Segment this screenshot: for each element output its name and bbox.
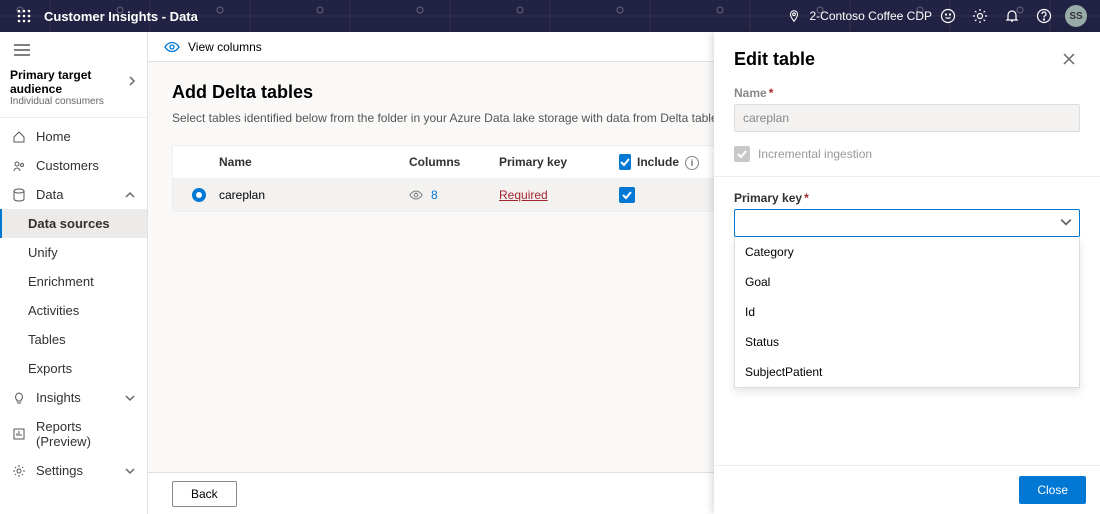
nav-insights[interactable]: Insights [0, 383, 147, 412]
primary-key-label: Primary key* [734, 191, 1080, 205]
nav-home[interactable]: Home [0, 122, 147, 151]
name-field-input [734, 104, 1080, 132]
col-name: Name [219, 155, 409, 169]
nav-list: Home Customers Data Data sources Unify E… [0, 118, 147, 485]
gear-icon [12, 464, 26, 478]
close-button[interactable]: Close [1019, 476, 1086, 504]
include-info-icon[interactable]: i [685, 156, 699, 170]
nav-reports[interactable]: Reports (Preview) [0, 412, 147, 456]
hamburger-icon[interactable] [0, 32, 147, 68]
view-columns-icon [164, 39, 180, 55]
incremental-ingestion-label: Incremental ingestion [758, 147, 872, 161]
name-field-label: Name* [734, 86, 1080, 100]
include-all-checkbox[interactable] [619, 154, 631, 170]
nav-tables[interactable]: Tables [0, 325, 147, 354]
chevron-right-icon [127, 76, 137, 86]
dropdown-option[interactable]: SubjectPatient [735, 357, 1079, 387]
chevron-down-icon [125, 466, 135, 476]
row-primary-key-link[interactable]: Required [499, 188, 548, 202]
back-button[interactable]: Back [172, 481, 237, 507]
nav-data-sources[interactable]: Data sources [0, 209, 147, 238]
col-primary-key: Primary key [499, 155, 619, 169]
primary-key-combobox[interactable]: Category Goal Id Status SubjectPatient [734, 209, 1080, 237]
app-launcher-icon[interactable] [8, 9, 40, 23]
nav-settings[interactable]: Settings [0, 456, 147, 485]
primary-key-input[interactable] [734, 209, 1080, 237]
audience-subtitle: Individual consumers [10, 96, 137, 107]
nav-data[interactable]: Data [0, 180, 147, 209]
row-name: careplan [219, 188, 409, 202]
panel-title: Edit table [734, 49, 1058, 70]
primary-key-dropdown: Category Goal Id Status SubjectPatient [734, 237, 1080, 388]
nav-enrichment[interactable]: Enrichment [0, 267, 147, 296]
environment-name: 2-Contoso Coffee CDP [809, 9, 932, 23]
dropdown-option[interactable]: Status [735, 327, 1079, 357]
chevron-up-icon [125, 190, 135, 200]
environment-picker[interactable]: 2-Contoso Coffee CDP [787, 9, 932, 23]
view-columns-button[interactable]: View columns [188, 40, 262, 54]
nav-exports[interactable]: Exports [0, 354, 147, 383]
row-column-count[interactable]: 8 [431, 188, 438, 202]
home-icon [12, 130, 26, 144]
nav-unify[interactable]: Unify [0, 238, 147, 267]
col-columns: Columns [409, 155, 499, 169]
chevron-down-icon [125, 393, 135, 403]
lightbulb-icon [12, 391, 26, 405]
customers-icon [12, 159, 26, 173]
nav-activities[interactable]: Activities [0, 296, 147, 325]
incremental-ingestion-row: Incremental ingestion [734, 146, 1080, 162]
dropdown-option[interactable]: Category [735, 237, 1079, 267]
view-row-columns-icon[interactable] [409, 188, 423, 202]
settings-gear-icon[interactable] [964, 8, 996, 24]
user-avatar[interactable]: SS [1060, 5, 1092, 27]
sidebar: Primary target audience Individual consu… [0, 32, 148, 514]
notifications-bell-icon[interactable] [996, 8, 1028, 24]
dropdown-option[interactable]: Id [735, 297, 1079, 327]
audience-selector[interactable]: Primary target audience Individual consu… [0, 68, 147, 118]
nav-customers[interactable]: Customers [0, 151, 147, 180]
smile-feedback-icon[interactable] [932, 8, 964, 24]
row-select-radio[interactable] [192, 188, 206, 202]
row-include-checkbox[interactable] [619, 187, 635, 203]
database-icon [12, 188, 26, 202]
app-title: Customer Insights - Data [44, 9, 198, 24]
incremental-ingestion-checkbox [734, 146, 750, 162]
col-include: Include [637, 155, 679, 169]
audience-title: Primary target audience [10, 68, 137, 96]
edit-table-panel: Edit table Name* Incremental ingestion P… [714, 32, 1100, 514]
help-icon[interactable] [1028, 8, 1060, 24]
top-bar: Customer Insights - Data 2-Contoso Coffe… [0, 0, 1100, 32]
dropdown-option[interactable]: Goal [735, 267, 1079, 297]
close-panel-icon[interactable] [1058, 48, 1080, 70]
reports-icon [12, 427, 26, 441]
